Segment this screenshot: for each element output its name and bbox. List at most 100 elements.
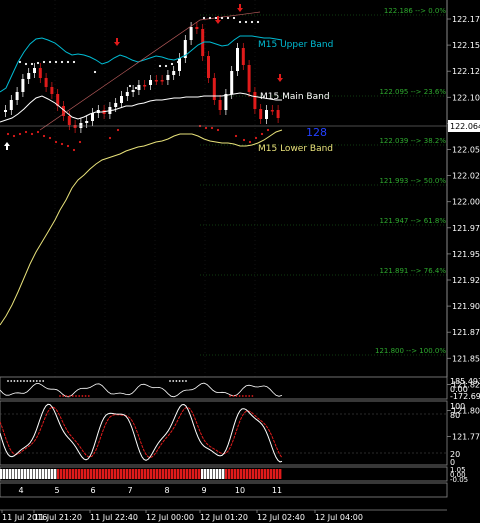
trend-bar <box>255 469 258 479</box>
trend-bar <box>126 469 129 479</box>
trend-bar <box>228 469 231 479</box>
candle-body <box>236 48 239 71</box>
trend-bar <box>252 469 255 479</box>
signal-dot <box>60 142 64 146</box>
trend-bar <box>219 469 222 479</box>
upper-band-label: M15 Upper Band <box>258 40 333 50</box>
trend-bar <box>165 469 168 479</box>
candle-body <box>160 80 164 82</box>
candle-body <box>224 94 228 110</box>
trend-bar <box>234 469 237 479</box>
signal-dot <box>266 128 270 132</box>
trend-bar <box>210 469 213 479</box>
candle-body <box>73 125 77 128</box>
trend-bar <box>168 469 171 479</box>
fib-level-label: 122.039 --> 38.2% <box>379 137 446 145</box>
signal-dot <box>250 20 254 24</box>
trend-line <box>39 11 261 131</box>
signal-dot <box>30 62 34 66</box>
signal-dot <box>220 16 224 20</box>
candle-body <box>207 56 210 78</box>
trend-bar <box>174 469 177 479</box>
trend-bar <box>27 469 30 479</box>
trend-histogram-panel[interactable]: 1.05 0.00 -0.05 <box>0 466 468 484</box>
trend-bar <box>63 469 66 479</box>
trend-bar <box>267 469 270 479</box>
trend-bar <box>171 469 174 479</box>
trend-bar <box>201 469 204 479</box>
candle-body <box>131 90 135 92</box>
signal-dot <box>48 136 52 140</box>
fib-level-label: 122.095 --> 23.6% <box>379 88 446 96</box>
trend-bar <box>249 469 252 479</box>
current-price-value: 122.064 <box>450 122 480 131</box>
cci-panel[interactable]: 185.4933 0.00 -172.6943 <box>0 376 480 401</box>
trend-bar <box>270 469 273 479</box>
candle-body <box>67 116 71 125</box>
trend-bar <box>78 469 81 479</box>
signal-dot <box>36 130 40 134</box>
signal-dot <box>6 132 10 136</box>
candle-body <box>178 58 181 71</box>
trend-bar <box>18 469 21 479</box>
trend-axis-bottom: -0.05 <box>450 476 468 484</box>
hour-axis[interactable]: 4 5 6 7 8 9 10 11 <box>0 482 448 498</box>
signal-dot <box>170 62 174 66</box>
signal-dot <box>12 134 16 138</box>
hour-label: 8 <box>164 486 169 495</box>
signal-dot <box>108 136 112 140</box>
price-axis-label: 122.175 <box>452 15 480 24</box>
candle-body <box>4 110 7 112</box>
trend-bar <box>3 469 6 479</box>
lower-band-line <box>0 129 283 326</box>
trend-bar <box>135 469 138 479</box>
price-axis-label: 121.900 <box>452 302 480 311</box>
price-axis-label: 121.975 <box>452 224 480 233</box>
fib-level-label: 121.993 --> 50.0% <box>379 177 446 185</box>
trend-bar <box>81 469 84 479</box>
fib-level-label: 121.800 --> 100.0% <box>375 347 446 355</box>
candle-body <box>137 85 141 90</box>
trend-bar <box>96 469 99 479</box>
candle-body <box>218 100 222 110</box>
trend-bar <box>30 469 33 479</box>
stochastic-panel[interactable]: 100 80 20 0 <box>0 400 465 467</box>
price-axis-label: 122.100 <box>452 93 480 102</box>
signal-dot <box>24 130 28 134</box>
trend-bar <box>162 469 165 479</box>
price-axis-label: 122.025 <box>452 172 480 181</box>
signal-dot <box>36 61 40 65</box>
candle-body <box>33 68 36 73</box>
candle-body <box>21 79 25 92</box>
trend-bar <box>21 469 24 479</box>
trend-bar <box>231 469 234 479</box>
sell-arrow-icon <box>237 4 243 12</box>
trend-bar <box>147 469 150 479</box>
trend-bar <box>276 469 279 479</box>
candle-body <box>44 78 48 87</box>
candle-body <box>120 96 123 103</box>
trend-bar <box>129 469 132 479</box>
main-band-label: M15 Main Band <box>260 92 330 102</box>
signal-dot <box>256 20 260 24</box>
trend-bar <box>39 469 42 479</box>
trend-bar <box>132 469 135 479</box>
candle-body <box>259 109 263 119</box>
trend-bar <box>279 469 282 479</box>
trend-bar <box>66 469 69 479</box>
trend-bar <box>120 469 123 479</box>
candle-body <box>154 80 158 82</box>
candle-body <box>253 92 257 109</box>
trend-bar <box>144 469 147 479</box>
price-panel[interactable]: 122.186 --> 0.0% 122.095 --> 23.6% 122.039… <box>0 0 480 442</box>
signal-dot <box>42 134 46 138</box>
trend-bar <box>111 469 114 479</box>
trend-bar <box>9 469 12 479</box>
signal-dot <box>72 148 76 152</box>
hour-label: 6 <box>90 486 95 495</box>
signal-dot <box>242 138 246 142</box>
trend-bar <box>153 469 156 479</box>
trading-chart[interactable]: 122.186 --> 0.0% 122.095 --> 23.6% 122.039… <box>0 0 480 523</box>
signal-dot <box>66 144 70 148</box>
trend-bar <box>117 469 120 479</box>
